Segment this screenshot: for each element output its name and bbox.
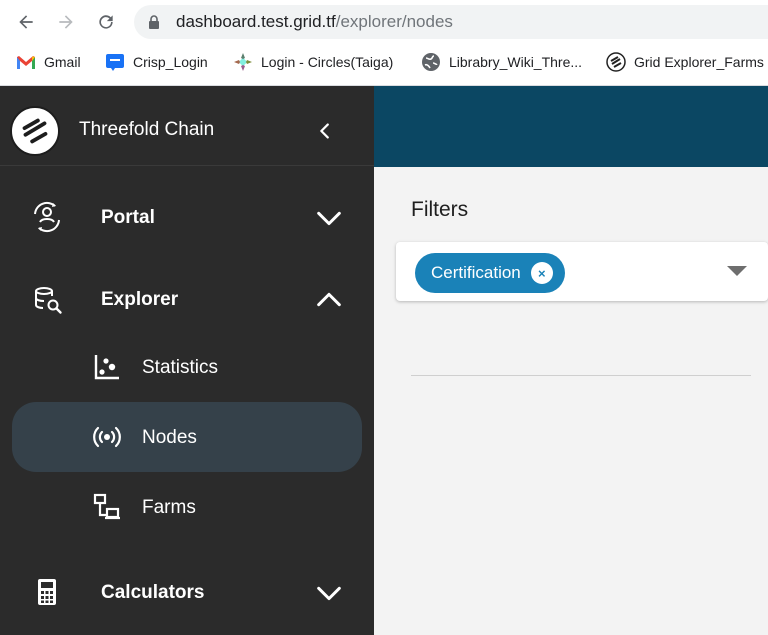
sidebar-header: Threefold Chain — [0, 86, 374, 166]
bookmark-grid-explorer[interactable]: Grid Explorer_Farms — [606, 52, 764, 72]
globe-icon — [421, 52, 441, 72]
filter-chip-certification[interactable]: Certification × — [415, 253, 565, 293]
sidebar-item-statistics[interactable]: Statistics — [12, 332, 362, 402]
sidebar-item-label: Statistics — [142, 357, 219, 378]
nodes-broadcast-icon — [92, 422, 122, 452]
farms-network-icon — [92, 492, 122, 522]
explorer-database-search-icon — [30, 282, 64, 316]
sidebar-item-label: Farms — [142, 497, 196, 518]
address-bar[interactable]: dashboard.test.grid.tf/explorer/nodes — [134, 5, 768, 39]
bookmark-label: Crisp_Login — [133, 54, 208, 70]
collapse-sidebar-chevron-left-icon[interactable] — [312, 118, 338, 144]
main-content: Filters Certification × — [374, 167, 768, 635]
taiga-icon — [233, 52, 253, 72]
portal-icon — [30, 200, 64, 234]
calculator-icon — [30, 575, 64, 609]
url-text: dashboard.test.grid.tf/explorer/nodes — [176, 12, 453, 32]
statistics-chart-icon — [92, 352, 122, 382]
filters-title: Filters — [411, 198, 469, 221]
chevron-up-icon[interactable] — [313, 284, 345, 316]
browser-chrome: dashboard.test.grid.tf/explorer/nodes Gm… — [0, 0, 768, 86]
sidebar-item-label: Nodes — [142, 427, 197, 448]
sidebar-item-explorer[interactable]: Explorer — [0, 262, 374, 332]
sidebar-item-portal[interactable]: Portal — [0, 180, 374, 250]
caret-down-icon[interactable] — [726, 263, 748, 279]
forward-arrow-icon[interactable] — [52, 8, 80, 36]
back-arrow-icon[interactable] — [12, 8, 40, 36]
sidebar-item-calculators[interactable]: Calculators — [0, 555, 374, 625]
bookmark-gmail[interactable]: Gmail — [16, 52, 81, 72]
gmail-icon — [16, 52, 36, 72]
sidebar-item-nodes[interactable]: Nodes — [12, 402, 362, 472]
crisp-icon — [105, 52, 125, 72]
bookmark-taiga[interactable]: Login - Circles(Taiga) — [233, 52, 393, 72]
bookmark-crisp[interactable]: Crisp_Login — [105, 52, 208, 72]
divider — [411, 375, 751, 376]
chevron-down-icon[interactable] — [313, 577, 345, 609]
reload-icon[interactable] — [92, 8, 120, 36]
chip-label: Certification — [431, 263, 521, 282]
bookmark-label: Librabry_Wiki_Thre... — [449, 54, 583, 70]
sidebar-item-label: Explorer — [101, 289, 179, 310]
threefold-icon — [606, 52, 626, 72]
filter-select[interactable]: Certification × — [396, 242, 768, 301]
app-top-bar — [374, 86, 768, 167]
bookmark-label: Gmail — [44, 54, 81, 70]
close-icon[interactable]: × — [530, 262, 553, 284]
lock-icon[interactable] — [146, 14, 162, 30]
sidebar: Threefold Chain Portal Explorer Statisti… — [0, 86, 374, 635]
bookmark-wiki[interactable]: Librabry_Wiki_Thre... — [421, 52, 582, 72]
chevron-down-icon[interactable] — [313, 202, 345, 234]
url-path: /explorer/nodes — [335, 12, 453, 31]
bookmarks-bar: Gmail Crisp_Login Login - Circles(Taiga)… — [0, 48, 768, 78]
url-host: dashboard.test.grid.tf — [176, 12, 336, 31]
brand-title: Threefold Chain — [79, 119, 215, 140]
sidebar-item-farms[interactable]: Farms — [12, 472, 362, 542]
sidebar-item-label: Calculators — [101, 582, 205, 603]
sidebar-item-label: Portal — [101, 207, 155, 228]
threefold-logo-icon — [10, 106, 60, 156]
bookmark-label: Login - Circles(Taiga) — [261, 54, 394, 70]
bookmark-label: Grid Explorer_Farms — [634, 54, 764, 70]
